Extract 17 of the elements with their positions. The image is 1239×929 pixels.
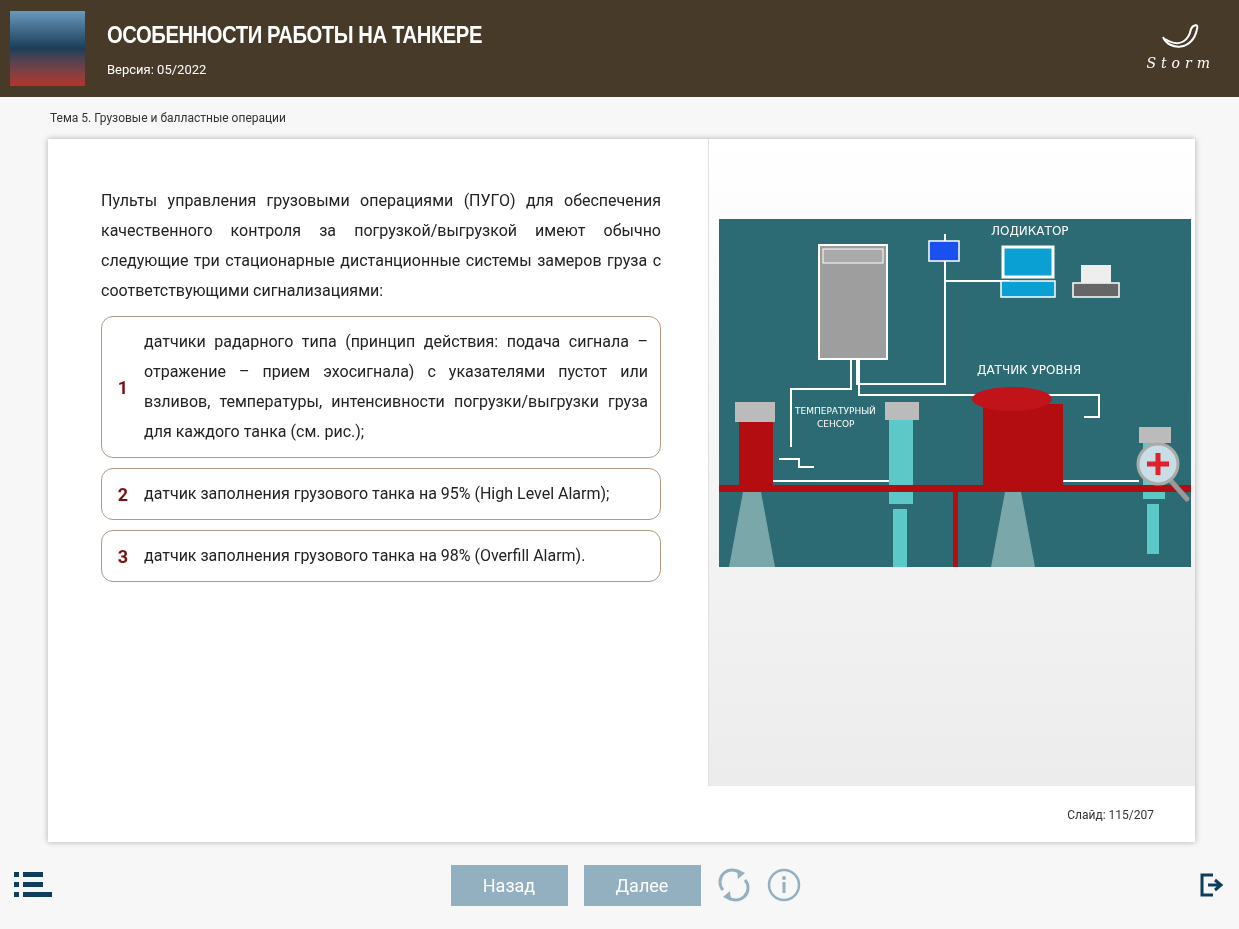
item-number: 1 — [116, 375, 130, 400]
item-number: 2 — [116, 482, 130, 507]
intro-paragraph: Пульты управления грузовыми операциями (ПУГО) для обеспечения качественного контроля за погрузкой/выгрузкой имеют обычно следующие три стационарные дистанционные системы замеров груза с соответствующими сигнализациями: — [101, 190, 661, 302]
item-text: датчик заполнения грузового танка на 95% (High Level Alarm); — [144, 483, 611, 505]
course-title: ОСОБЕННОСТИ РАБОТЫ НА ТАНКЕРЕ — [107, 20, 482, 50]
item-number: 3 — [116, 544, 130, 569]
slide-counter: Слайд: 115/207 — [1067, 807, 1154, 824]
version-label: Версия: 05/2022 — [107, 61, 208, 79]
back-button[interactable]: Назад — [450, 864, 568, 906]
item-text: датчик заполнения грузового танка на 98% (Overfill Alarm). — [144, 545, 587, 567]
breadcrumb: Тема 5. Грузовые и балластные операции — [50, 110, 287, 127]
item-text: датчики радарного типа (принцип действия: подача сигнала – отражение – прием эхосигнала) с указателями пустот или взливов, температуры, интенсивности погрузки/выгрузки груза для каждого танка (см. рис.); — [144, 331, 648, 443]
tank-sensor-diagram-drawing: ЛОДИКАТОР ДАТЧИК УРОВНЯ ТЕМПЕРАТУРНЫЙ СЕНСОР — [719, 219, 1191, 567]
menu-list-icon[interactable] — [14, 872, 52, 898]
logo-text: Storm — [1146, 54, 1215, 73]
next-button[interactable]: Далее — [583, 864, 701, 906]
exit-icon[interactable] — [1199, 872, 1225, 898]
